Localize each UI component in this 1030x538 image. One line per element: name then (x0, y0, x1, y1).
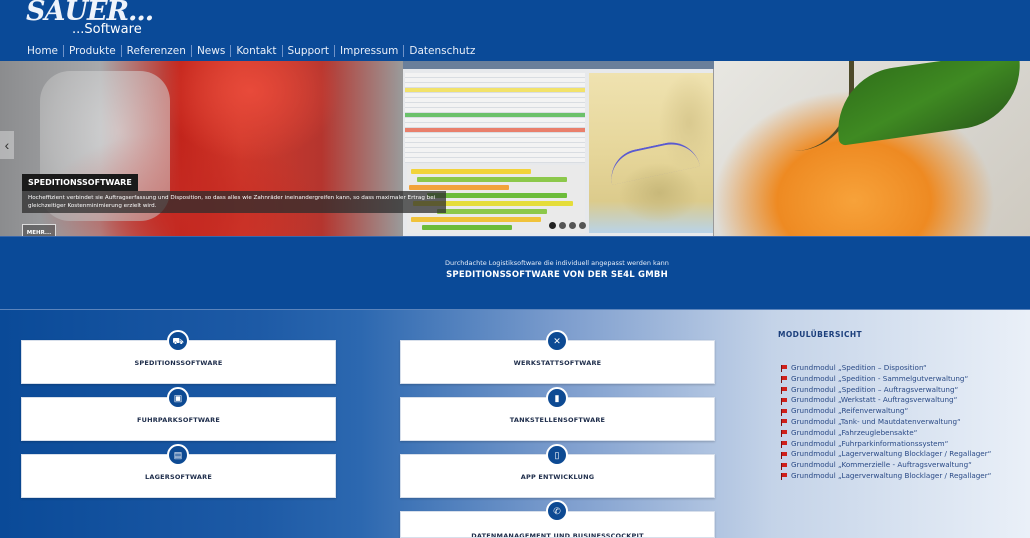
flag-icon (781, 430, 788, 438)
table-highlight-row (405, 113, 585, 117)
nav-item-news[interactable]: News (190, 45, 230, 57)
list-item[interactable]: Grundmodul „Lagerverwaltung Blocklager /… (781, 449, 1021, 460)
table-highlight-row (405, 128, 585, 132)
nav-item-home[interactable]: Home (22, 45, 63, 57)
module-link[interactable]: Grundmodul „Spedition - Sammelgutverwalt… (791, 374, 968, 385)
orange-leaf (830, 61, 1028, 146)
slider-dot[interactable] (569, 222, 576, 229)
list-item[interactable]: Grundmodul „Fuhrparkinformationssystem“ (781, 439, 1021, 450)
module-list: Grundmodul „Spedition – Disposition“ Gru… (781, 363, 1021, 482)
flag-icon (781, 376, 788, 384)
module-overview-title: MODULÜBERSICHT (778, 330, 863, 339)
list-item[interactable]: Grundmodul „Kommerzielle - Auftragsverwa… (781, 460, 1021, 471)
module-link[interactable]: Grundmodul „Tank- und Mautdatenverwaltun… (791, 417, 961, 428)
list-item[interactable]: Grundmodul „Spedition – Auftragsverwaltu… (781, 385, 1021, 396)
module-link[interactable]: Grundmodul „Kommerzielle - Auftragsverwa… (791, 460, 972, 471)
list-item[interactable]: Grundmodul „Lagerverwaltung Blocklager /… (781, 471, 1021, 482)
truck-icon: ⛟ (167, 330, 189, 352)
nav-item-support[interactable]: Support (281, 45, 335, 57)
module-link[interactable]: Grundmodul „Lagerverwaltung Blocklager /… (791, 471, 991, 482)
module-link[interactable]: Grundmodul „Lagerverwaltung Blocklager /… (791, 449, 991, 460)
list-item[interactable]: Grundmodul „Fahrzeuglebensakte“ (781, 428, 1021, 439)
screenshot-table (405, 73, 585, 163)
flag-icon (781, 397, 788, 405)
main-nav: Home Produkte Referenzen News Kontakt Su… (22, 44, 480, 58)
list-item[interactable]: Grundmodul „Reifenverwaltung“ (781, 406, 1021, 417)
fuel-icon: ▮ (546, 387, 568, 409)
hero-image-screenshot (402, 61, 715, 236)
phone-icon: ✆ (546, 500, 568, 522)
gantt-bar (411, 217, 541, 222)
hero-caption-title: SPEDITIONSSOFTWARE (22, 174, 138, 191)
list-item[interactable]: Grundmodul „Tank- und Mautdatenverwaltun… (781, 417, 1021, 428)
intro-subtitle: Durchdachte Logistiksoftware die individ… (445, 259, 669, 267)
intro-title: SPEDITIONSSOFTWARE VON DER SE4L GMBH (446, 270, 668, 280)
slider-dot[interactable] (549, 222, 556, 229)
flag-icon (781, 408, 788, 416)
hero-caption-text: Hocheffizient verbindet sie Auftragserfa… (22, 191, 446, 213)
flag-icon (781, 451, 788, 459)
flag-icon (781, 386, 788, 394)
slider-dots (549, 222, 586, 229)
hero-slider: ‹ SPEDITIONSSOFTWARE Hocheffizient verbi… (0, 61, 1030, 236)
logo[interactable]: SAUER... ...Software (26, 0, 156, 40)
module-link[interactable]: Grundmodul „Fahrzeuglebensakte“ (791, 428, 917, 439)
nav-item-produkte[interactable]: Produkte (63, 45, 121, 57)
module-link[interactable]: Grundmodul „Spedition – Disposition“ (791, 363, 927, 374)
intro-band: Durchdachte Logistiksoftware die individ… (0, 236, 1030, 309)
flag-icon (781, 473, 788, 481)
flag-icon (781, 365, 788, 373)
mobile-icon: ▯ (546, 444, 568, 466)
gantt-bar (437, 209, 547, 214)
hero-image-orange (714, 61, 1030, 236)
gantt-bar (417, 177, 567, 182)
module-link[interactable]: Grundmodul „Werkstatt - Auftragsverwaltu… (791, 395, 957, 406)
hero-more-button[interactable]: MEHR... (22, 224, 56, 236)
slider-prev-icon[interactable]: ‹ (0, 131, 14, 159)
gantt-bar (427, 193, 567, 198)
list-item[interactable]: Grundmodul „Spedition – Disposition“ (781, 363, 1021, 374)
list-item[interactable]: Grundmodul „Werkstatt - Auftragsverwaltu… (781, 395, 1021, 406)
nav-item-impressum[interactable]: Impressum (334, 45, 403, 57)
list-item[interactable]: Grundmodul „Spedition - Sammelgutverwalt… (781, 374, 1021, 385)
box-icon: ▤ (167, 444, 189, 466)
tools-icon: ✕ (546, 330, 568, 352)
flag-icon (781, 419, 788, 427)
module-link[interactable]: Grundmodul „Spedition – Auftragsverwaltu… (791, 385, 958, 396)
logo-sub: ...Software (72, 22, 142, 37)
flag-icon (781, 462, 788, 470)
gantt-bar (422, 225, 512, 230)
site-header: SAUER... ...Software Home Produkte Refer… (0, 0, 1030, 61)
module-link[interactable]: Grundmodul „Fuhrparkinformationssystem“ (791, 439, 948, 450)
gantt-bar (409, 185, 509, 190)
nav-item-referenzen[interactable]: Referenzen (120, 45, 191, 57)
module-overview: MODULÜBERSICHT Grundmodul „Spedition – D… (778, 330, 1018, 481)
nav-item-kontakt[interactable]: Kontakt (230, 45, 281, 57)
slider-dot[interactable] (559, 222, 566, 229)
slider-dot[interactable] (579, 222, 586, 229)
screenshot-toolbar (403, 61, 715, 69)
flag-icon (781, 440, 788, 448)
gantt-bar (411, 169, 531, 174)
nav-item-datenschutz[interactable]: Datenschutz (403, 45, 480, 57)
bus-icon: ▣ (167, 387, 189, 409)
table-highlight-row (405, 88, 585, 92)
module-link[interactable]: Grundmodul „Reifenverwaltung“ (791, 406, 908, 417)
